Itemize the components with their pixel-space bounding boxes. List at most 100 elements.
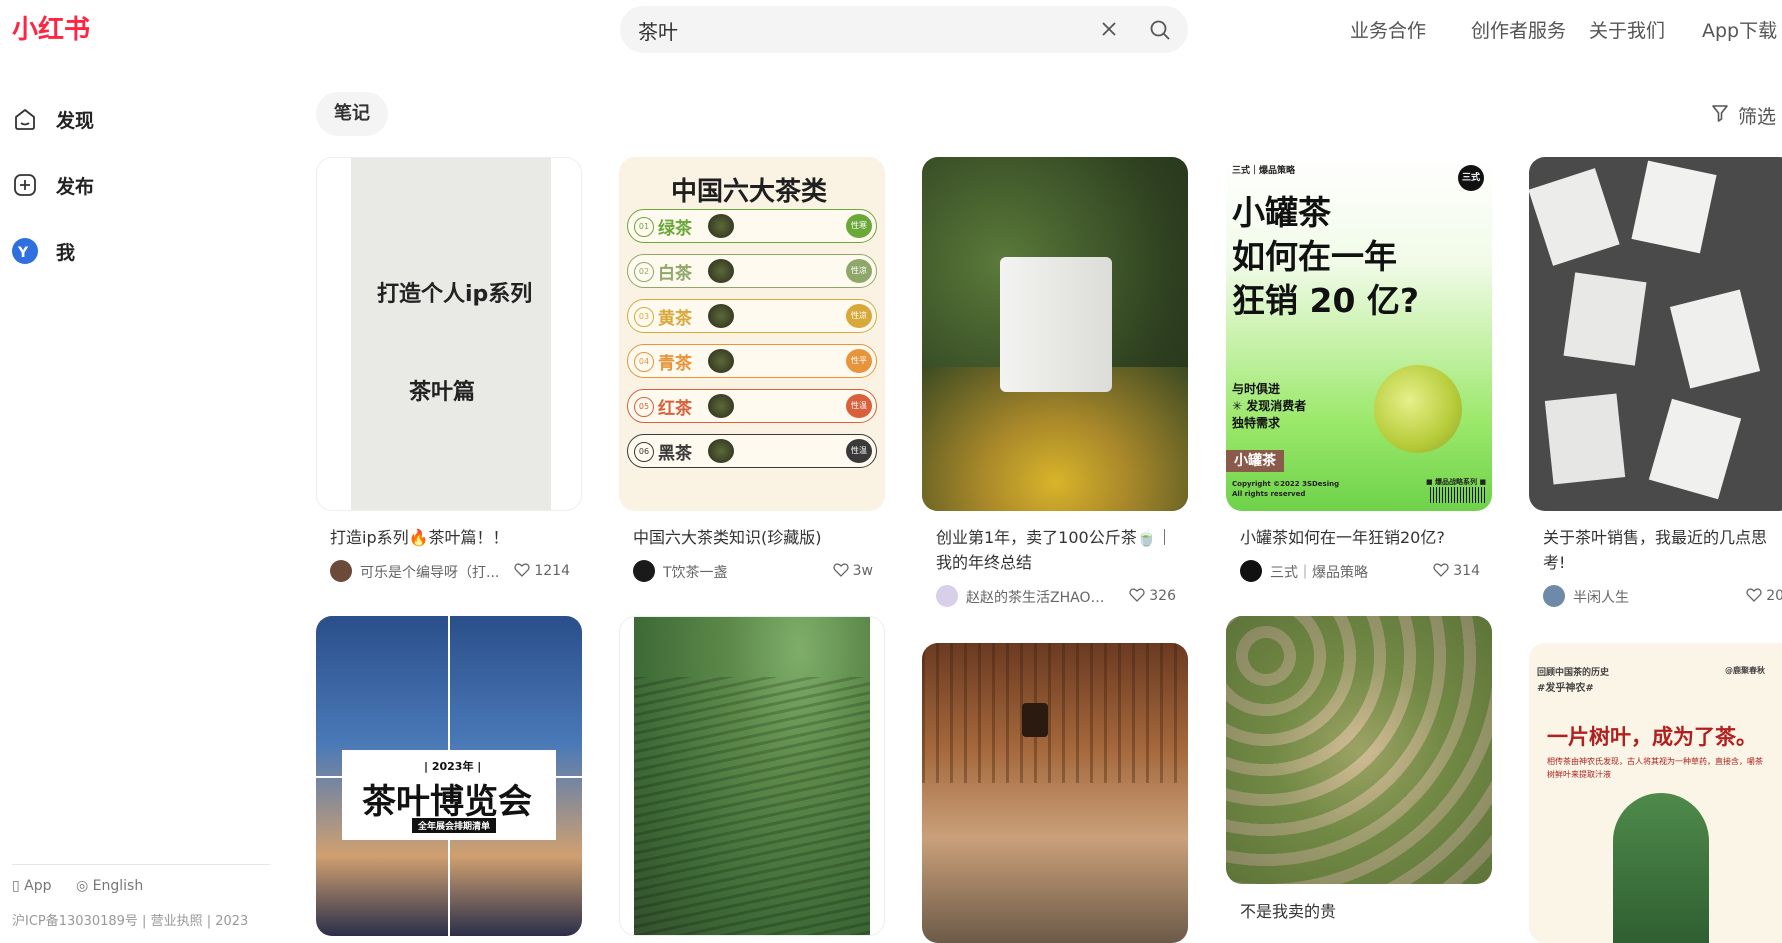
filter-icon <box>1712 105 1728 122</box>
like-button[interactable]: 204 <box>1746 587 1782 604</box>
cover-subtext: 与时俱进 ✳ 发现消费者 独特需求 <box>1232 381 1306 432</box>
sidebar-item-label: 发布 <box>56 176 95 198</box>
tea-row-name: 绿茶 <box>658 219 692 239</box>
tea-leaf-image <box>708 439 734 463</box>
author-name[interactable]: 半闲人生 <box>1573 587 1713 607</box>
tea-row-number: 02 <box>634 262 654 282</box>
note-meta: T饮茶一盏 3w <box>633 560 873 582</box>
author-name[interactable]: 可乐是个编导呀（打... <box>360 562 500 582</box>
note-cover[interactable] <box>1226 616 1492 884</box>
sidebar-item-publish[interactable]: 发布 <box>12 170 212 202</box>
tea-row: 04 青茶 性平 <box>627 344 877 378</box>
language-link[interactable]: ◎ English <box>76 878 153 894</box>
logo-text: 小红书 <box>12 14 90 44</box>
tea-can <box>1374 365 1462 453</box>
tab-notes[interactable]: 笔记 <box>316 92 388 136</box>
note-cover[interactable]: 三式｜爆品策略 三式 小罐茶 如何在一年 狂销 20 亿? 与时俱进 ✳ 发现消… <box>1226 157 1492 511</box>
legal-text[interactable]: 沪ICP备13030189号 | 营业执照 | 2023 <box>12 910 248 929</box>
tea-row-tag: 性凉 <box>846 304 872 328</box>
note-cover[interactable] <box>922 157 1188 511</box>
note-title[interactable]: 小罐茶如何在一年狂销20亿? <box>1240 525 1480 550</box>
cover-tag: #发乎神农# <box>1537 683 1594 694</box>
avatar: Y <box>12 238 38 264</box>
like-count: 314 <box>1453 563 1480 579</box>
author-name[interactable]: 赵赵的茶生活ZHAO ... <box>966 587 1106 607</box>
cover-body: 相传茶由神农氏发现，古人将其视为一种草药，直接含，嚼茶 树鲜叶来提取汁液 <box>1547 755 1763 781</box>
app-link-label: App <box>24 878 52 894</box>
copyright-line: All rights reserved <box>1232 490 1306 498</box>
sidebar-item-discover[interactable]: 发现 <box>12 104 212 136</box>
note-cover[interactable]: 回顾中国茶的历史 #发乎神农# @鹿聚春秋 一片树叶，成为了茶。 相传茶由神农氏… <box>1529 643 1782 943</box>
note-meta: 三式｜爆品策略 314 <box>1240 560 1480 582</box>
note-cover[interactable] <box>619 616 885 936</box>
heart-icon <box>1433 563 1449 577</box>
author-name[interactable]: T饮茶一盏 <box>663 562 803 582</box>
tea-leaf-image <box>708 304 734 328</box>
note-title[interactable]: 关于茶叶销售，我最近的几点思考! <box>1543 525 1782 575</box>
author-name[interactable]: 三式｜爆品策略 <box>1270 562 1410 582</box>
note-cover[interactable]: 中国六大茶类 01 绿茶 性寒 02 白茶 性凉 03 黄茶 性凉 04 青茶 性平 05 红茶 性温 06 黑… <box>619 157 885 511</box>
nav-about[interactable]: 关于我们 <box>1589 16 1665 43</box>
tea-terraces <box>634 677 870 935</box>
cover-subtitle: 全年展会排期清单 <box>412 818 497 833</box>
like-count: 204 <box>1766 588 1782 604</box>
like-button[interactable]: 326 <box>1129 587 1176 604</box>
tea-box <box>1669 289 1761 389</box>
tea-box <box>1544 393 1626 485</box>
logo[interactable]: 小红书 <box>12 12 92 45</box>
nav-creator[interactable]: 创作者服务 <box>1471 16 1566 43</box>
author-avatar[interactable] <box>633 560 655 582</box>
tea-box <box>1648 398 1742 500</box>
nav-app-download[interactable]: App下载 <box>1702 16 1777 43</box>
nav-business[interactable]: 业务合作 <box>1350 16 1426 43</box>
tea-box <box>1631 160 1717 254</box>
note-title[interactable]: 中国六大茶类知识(珍藏版) <box>633 525 873 550</box>
like-button[interactable]: 1214 <box>514 562 570 579</box>
tea-row-tag: 性寒 <box>846 214 872 238</box>
note-title[interactable]: 不是我卖的贵 <box>1240 899 1480 924</box>
cover-headline: 一片树叶，成为了茶。 <box>1547 724 1757 749</box>
tea-packets <box>1226 616 1492 884</box>
sidebar-footer: ▯ App ◎ English <box>12 878 163 894</box>
tea-row-name: 青茶 <box>658 354 692 374</box>
note-cover[interactable]: | 2023年 | 茶叶博览会 全年展会排期清单 <box>316 616 582 936</box>
like-button[interactable]: 314 <box>1433 562 1480 579</box>
tea-leaf-image <box>708 394 734 418</box>
search-bar[interactable] <box>620 6 1188 55</box>
note-cover[interactable]: 打造个人ip系列 茶叶篇 <box>316 157 582 511</box>
author-avatar[interactable] <box>330 560 352 582</box>
tea-row-number: 01 <box>634 217 654 237</box>
note-cover[interactable] <box>1529 157 1782 511</box>
search-input[interactable] <box>636 6 1080 55</box>
tea-row-tag: 性温 <box>846 439 872 463</box>
tea-box <box>1000 257 1112 392</box>
barcode <box>1430 487 1486 503</box>
note-meta: 半闲人生 204 <box>1543 585 1782 607</box>
paper-texture <box>351 158 551 510</box>
tea-row-number: 04 <box>634 352 654 372</box>
heart-icon <box>832 563 849 577</box>
app-link[interactable]: ▯ App <box>12 878 62 894</box>
sidebar-item-label: 发现 <box>56 110 95 132</box>
note-cover[interactable] <box>922 643 1188 943</box>
heart-icon <box>514 563 531 577</box>
author-avatar[interactable] <box>1543 585 1565 607</box>
headline-line: 小罐茶 <box>1232 193 1331 232</box>
heart-icon <box>1746 588 1762 602</box>
clear-icon[interactable] <box>1098 18 1120 40</box>
author-avatar[interactable] <box>1240 560 1262 582</box>
sidebar-item-me[interactable]: Y 我 <box>12 236 212 268</box>
note-title[interactable]: 打造ip系列🔥茶叶篇！！ <box>330 525 570 550</box>
sidebar-item-label: 我 <box>56 242 76 264</box>
tea-row-name: 黄茶 <box>658 309 692 329</box>
wood-ceiling <box>922 643 1188 783</box>
author-avatar[interactable] <box>936 585 958 607</box>
body-line: 树鲜叶来提取汁液 <box>1547 770 1611 779</box>
note-title[interactable]: 创业第1年，卖了100公斤茶🍵｜我的年终总结 <box>936 525 1176 575</box>
filter-label: 筛选 <box>1738 106 1777 128</box>
note-meta: 赵赵的茶生活ZHAO ... 326 <box>936 585 1176 607</box>
search-icon[interactable] <box>1148 18 1172 42</box>
plus-square-icon <box>14 174 36 196</box>
like-button[interactable]: 3w <box>832 562 873 579</box>
heart-icon <box>1129 588 1145 602</box>
